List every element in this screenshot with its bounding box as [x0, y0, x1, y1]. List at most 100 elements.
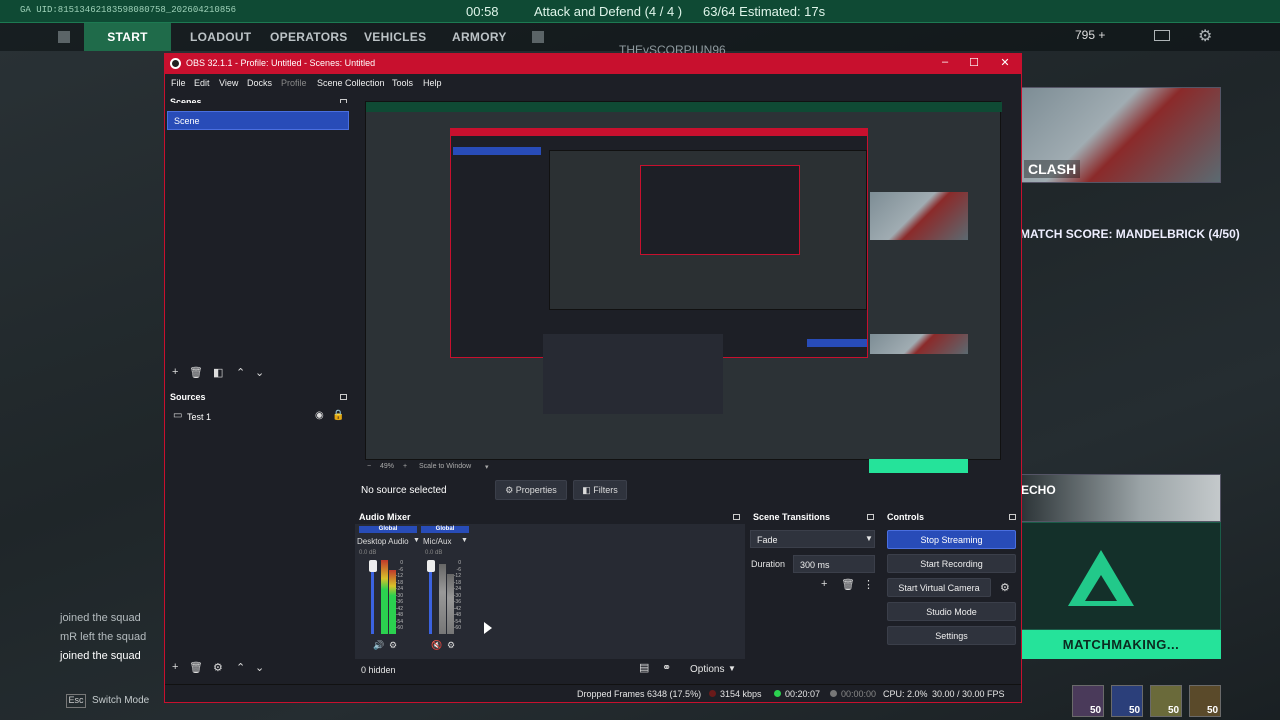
desktop-volume-slider[interactable] [371, 564, 374, 634]
menu-view[interactable]: View [219, 78, 238, 88]
coin-balance[interactable]: 795 + [1075, 28, 1105, 42]
meter-scale: 0 -6 -12 -18 -24 -30 -36 -42 -48 -54 -60 [453, 560, 461, 631]
properties-label: Properties [515, 485, 557, 495]
trash-icon[interactable]: 🗑 [189, 661, 203, 674]
move-down-icon[interactable]: ⌄ [255, 366, 264, 379]
filters-button[interactable]: ◧ Filters [573, 480, 627, 500]
dock-float-icon[interactable] [1009, 514, 1016, 520]
cpu-usage: CPU: 2.0% [883, 689, 928, 699]
preview-canvas[interactable] [365, 101, 1002, 473]
preview-zoom-bar: − 49% + Scale to Window ▾ [357, 460, 1007, 474]
chevron-down-icon[interactable]: ▼ [865, 534, 873, 543]
duration-field[interactable]: 300 ms [793, 555, 875, 573]
desktop-fader-knob[interactable] [369, 560, 377, 572]
mail-icon[interactable] [1154, 30, 1170, 41]
gear-icon[interactable]: ⚙ [1198, 26, 1212, 46]
settings-button[interactable]: Settings [887, 626, 1016, 645]
zoom-out-icon[interactable]: − [367, 463, 371, 470]
eye-icon[interactable]: ◉ [315, 410, 324, 421]
desktop-db: 0.0 dB [359, 550, 377, 556]
menu-scene-collection[interactable]: Scene Collection [317, 78, 385, 88]
matchmaking-button[interactable]: MATCHMAKING... [1021, 630, 1221, 659]
obs-titlebar[interactable]: OBS 32.1.1 - Profile: Untitled - Scenes:… [165, 54, 1021, 74]
duration-label: Duration [751, 559, 786, 569]
start-recording-button[interactable]: Start Recording [887, 554, 1016, 573]
gear-icon[interactable]: ⚙ [447, 640, 455, 651]
stream-status-icon [774, 690, 781, 697]
no-source-label: No source selected [361, 485, 447, 496]
transition-select[interactable]: Fade [750, 530, 875, 548]
stop-streaming-button[interactable]: Stop Streaming [887, 530, 1016, 549]
menu-profile[interactable]: Profile [281, 78, 307, 88]
add-icon[interactable]: + [821, 578, 827, 590]
obs-logo-icon [170, 58, 181, 69]
menu-docks[interactable]: Docks [247, 78, 272, 88]
gear-icon[interactable]: ⚙ [389, 640, 397, 651]
match-score: MATCH SCORE: MANDELBRICK (4/50) [1020, 227, 1240, 241]
scene-item[interactable]: Scene [167, 111, 349, 130]
dock-float-icon[interactable] [733, 514, 740, 520]
add-icon[interactable]: + [172, 366, 178, 378]
move-up-icon[interactable]: ⌃ [236, 661, 245, 674]
desktop-audio-label[interactable]: Desktop Audio [357, 537, 409, 546]
stream-time: 00:20:07 [785, 689, 821, 699]
mic-fader-knob[interactable] [427, 560, 435, 572]
start-virtual-camera-button[interactable]: Start Virtual Camera [887, 578, 991, 597]
nav-loadout[interactable]: LOADOUT [190, 30, 251, 44]
maximize-icon[interactable]: ☐ [966, 56, 982, 71]
link-icon[interactable]: ⚭ [662, 661, 671, 674]
nav-start[interactable]: START [84, 23, 171, 51]
add-icon[interactable]: + [172, 661, 178, 673]
move-up-icon[interactable]: ⌃ [236, 366, 245, 379]
minimize-icon[interactable]: – [937, 56, 953, 71]
switch-mode-label[interactable]: Switch Mode [92, 695, 149, 706]
more-icon[interactable]: ⋮ [863, 578, 874, 591]
gear-icon[interactable]: ⚙ [213, 661, 223, 674]
scale-mode[interactable]: Scale to Window [419, 463, 471, 470]
global-tag: Global [421, 526, 469, 533]
mic-aux-label[interactable]: Mic/Aux [423, 537, 451, 546]
meter-scale: 0 -6 -12 -18 -24 -30 -36 -42 -48 -54 -60 [395, 560, 403, 631]
perk-count-3: 50 [1168, 705, 1180, 716]
studio-mode-button[interactable]: Studio Mode [887, 602, 1016, 621]
esc-key-icon: Esc [66, 694, 86, 708]
trash-icon[interactable]: 🗑 [841, 578, 855, 591]
menu-help[interactable]: Help [423, 78, 442, 88]
dock-float-icon[interactable] [867, 514, 874, 520]
chevron-down-icon[interactable]: ▼ [461, 537, 468, 544]
properties-button[interactable]: ⚙ Properties [495, 480, 567, 500]
match-mode: Attack and Defend (4 / 4 ) [534, 4, 683, 19]
nested-echo-card [870, 334, 968, 354]
move-down-icon[interactable]: ⌄ [255, 661, 264, 674]
nested-preview-deep [640, 165, 800, 255]
dock-float-icon[interactable] [340, 394, 347, 400]
mic-volume-slider[interactable] [429, 564, 432, 634]
source-item[interactable]: Test 1 [187, 412, 211, 422]
menu-edit[interactable]: Edit [194, 78, 210, 88]
nav-armory[interactable]: ARMORY [452, 30, 507, 44]
trash-icon[interactable]: 🗑 [189, 366, 203, 379]
dropped-frames: Dropped Frames 6348 (17.5%) [577, 689, 702, 699]
matchmaking-logo-inner [1085, 575, 1117, 601]
chevron-down-icon[interactable]: ▼ [728, 664, 736, 673]
transition-value: Fade [757, 535, 778, 545]
menu-tools[interactable]: Tools [392, 78, 413, 88]
chevron-down-icon[interactable]: ▾ [485, 463, 489, 471]
filters-icon[interactable]: ◧ [213, 366, 223, 379]
menu-file[interactable]: File [171, 78, 186, 88]
echo-card[interactable] [1021, 474, 1221, 522]
mute-icon[interactable]: 🔇 [431, 640, 442, 651]
status-bar: Dropped Frames 6348 (17.5%) 3154 kbps 00… [165, 684, 1021, 702]
lock-icon[interactable]: 🔒 [332, 410, 344, 421]
close-icon[interactable]: ✕ [997, 56, 1013, 71]
chevron-down-icon[interactable]: ▼ [413, 537, 420, 544]
options-button[interactable]: Options [690, 664, 724, 675]
global-tag: Global [359, 526, 417, 533]
layout-icon[interactable]: ▤ [639, 661, 649, 674]
nav-vehicles[interactable]: VEHICLES [364, 30, 426, 44]
speaker-icon[interactable]: 🔊 [373, 640, 384, 651]
match-timer: 00:58 [466, 4, 499, 19]
gear-icon[interactable]: ⚙ [1000, 581, 1010, 594]
nav-operators[interactable]: OPERATORS [270, 30, 348, 44]
zoom-in-icon[interactable]: + [403, 463, 407, 470]
